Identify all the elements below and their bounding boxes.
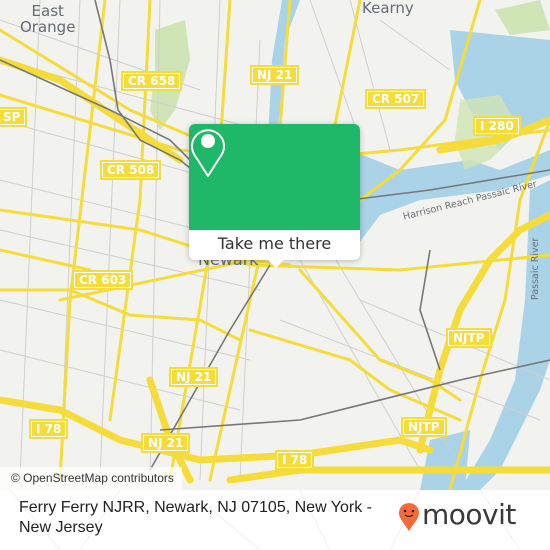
address-text: Ferry Ferry NJRR, Newark, NJ 07105, New … [19, 499, 372, 536]
popup-header [189, 124, 360, 230]
road-shield-i78: I 78 [29, 419, 69, 439]
river-label-passaic: Passaic River [530, 237, 541, 300]
road-shield-sp: SP [0, 107, 28, 127]
map-view[interactable]: East Orange Kearny Newark CR 658 NJ 21 C… [0, 0, 550, 490]
place-east-orange: East Orange [20, 2, 76, 36]
road-shield-cr508: CR 508 [100, 160, 162, 180]
take-me-there-button[interactable]: Take me there [189, 230, 360, 260]
map-attribution[interactable]: © OpenStreetMap contributors [0, 467, 182, 490]
moovit-wordmark: moovit [422, 498, 516, 531]
road-shield-nj21: NJ 21 [141, 433, 191, 453]
park-riverbank [495, 0, 550, 35]
road-shield-i280: I 280 [473, 116, 521, 136]
road-shield-cr658: CR 658 [121, 71, 183, 91]
moovit-pin-icon [399, 503, 419, 531]
road-shield-njtp: NJTP [446, 328, 492, 348]
road-shield-nj21: NJ 21 [169, 367, 219, 387]
road-shield-i78: I 78 [275, 450, 315, 470]
footer: Ferry Ferry NJRR, Newark, NJ 07105, New … [0, 490, 550, 550]
place-kearny: Kearny [362, 0, 414, 17]
moovit-logo: moovit [398, 498, 516, 532]
popup-pointer [266, 258, 286, 268]
road-shield-nj21: NJ 21 [250, 65, 300, 85]
road-shield-njtp: NJTP [401, 417, 447, 437]
road-shield-cr507: CR 507 [365, 89, 427, 109]
map-pin-icon [191, 129, 225, 177]
location-popup: Take me there [189, 124, 360, 268]
road-shield-cr603: CR 603 [72, 270, 134, 290]
